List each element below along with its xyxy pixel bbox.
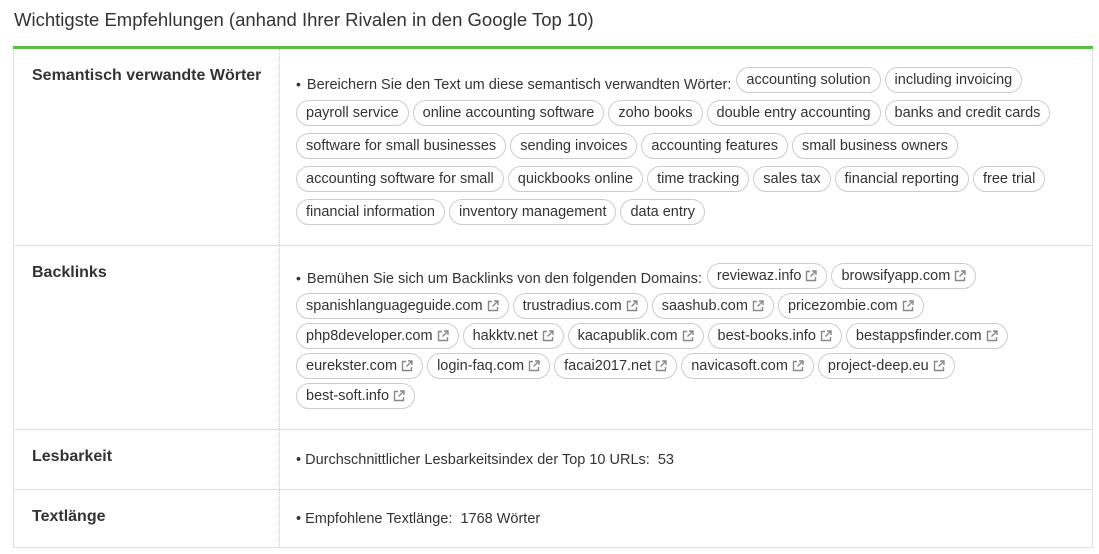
backlink-domain-text: best-soft.info	[306, 388, 390, 404]
semantic-word-tag: financial reporting	[834, 166, 969, 192]
semantic-tags: • Bereichern Sie den Text um diese semant…	[296, 67, 1076, 232]
external-link-icon	[542, 330, 554, 342]
backlink-domain-link[interactable]: spanishlanguageguide.com	[296, 293, 509, 319]
backlink-domain-link[interactable]: facai2017.net	[554, 353, 678, 379]
semantic-word-tag: sending invoices	[510, 133, 638, 159]
semantic-word-tag: software for small businesses	[296, 133, 507, 159]
external-link-icon	[437, 330, 449, 342]
external-link-icon	[752, 300, 764, 312]
semantic-word-tag: small business owners	[791, 133, 958, 159]
backlink-domains: • Bemühen Sie sich um Backlinks von den f…	[296, 263, 1076, 413]
semantic-intro-text: Bereichern Sie den Text um diese semanti…	[306, 76, 732, 93]
backlink-domain-text: facai2017.net	[564, 358, 652, 374]
backlink-domain-text: saashub.com	[661, 298, 748, 314]
semantic-word-tag: data entry	[620, 199, 705, 225]
backlink-domain-link[interactable]: project-deep.eu	[817, 353, 955, 379]
backlink-domain-text: navicasoft.com	[691, 358, 788, 374]
backlink-domain-text: php8developer.com	[306, 328, 433, 344]
semantic-word-tag: online accounting software	[412, 100, 605, 126]
backlink-domain-text: login-faq.com	[437, 358, 525, 374]
external-link-icon	[655, 360, 667, 372]
readability-label: Durchschnittlicher Lesbarkeitsindex der …	[305, 452, 650, 468]
external-link-icon	[986, 330, 998, 342]
external-link-icon	[401, 360, 413, 372]
semantic-word-tag: including invoicing	[884, 67, 1023, 93]
text-length-text: • Empfohlene Textlänge: 1768 Wörter	[296, 511, 541, 527]
backlink-domain-link[interactable]: pricezombie.com	[777, 293, 924, 319]
backlink-domain-text: best-books.info	[717, 328, 816, 344]
backlink-domain-link[interactable]: reviewaz.info	[706, 263, 828, 289]
semantic-word-tag: payroll service	[296, 100, 409, 126]
row-label: Backlinks	[14, 246, 280, 429]
backlink-domain-link[interactable]: php8developer.com	[296, 323, 459, 349]
backlink-domain-text: hakktv.net	[472, 328, 538, 344]
semantic-word-tag: double entry accounting	[706, 100, 881, 126]
backlink-domain-text: bestappsfinder.com	[855, 328, 982, 344]
row-label: Semantisch verwandte Wörter	[14, 49, 280, 245]
backlink-domain-text: spanishlanguageguide.com	[306, 298, 483, 314]
semantic-word-tag: accounting features	[641, 133, 788, 159]
backlink-domain-text: reviewaz.info	[716, 268, 802, 284]
backlink-domain-text: browsifyapp.com	[841, 268, 951, 284]
semantic-word-tag: banks and credit cards	[884, 100, 1051, 126]
text-length-value: 1768 Wörter	[460, 511, 541, 527]
backlink-domain-link[interactable]: bestappsfinder.com	[845, 323, 1008, 349]
semantic-word-tag: financial information	[296, 199, 445, 225]
external-link-icon	[487, 300, 499, 312]
semantic-word-tag: quickbooks online	[507, 166, 644, 192]
external-link-icon	[393, 390, 405, 402]
semantic-word-tag: free trial	[972, 166, 1046, 192]
external-link-icon	[805, 270, 818, 282]
backlink-domain-link[interactable]: best-books.info	[707, 323, 842, 349]
semantic-word-tag: zoho books	[608, 100, 703, 126]
row-label: Textlänge	[14, 490, 280, 547]
backlink-domain-link[interactable]: trustradius.com	[512, 293, 648, 319]
backlink-domain-text: trustradius.com	[522, 298, 622, 314]
backlink-domain-link[interactable]: browsifyapp.com	[831, 263, 977, 289]
row-semantic-words: Semantisch verwandte Wörter • Bereichern …	[14, 49, 1092, 246]
row-readability: Lesbarkeit • Durchschnittlicher Lesbarke…	[14, 430, 1092, 490]
semantic-intro: • Bereichern Sie den Text um diese semant…	[296, 75, 732, 93]
semantic-word-tag: accounting software for small	[296, 166, 504, 192]
page-title: Wichtigste Empfehlungen (anhand Ihrer Ri…	[14, 9, 594, 30]
semantic-word-tag: accounting solution	[736, 67, 881, 93]
backlink-domain-link[interactable]: kacapublik.com	[567, 323, 704, 349]
text-length-label: Empfohlene Textlänge:	[305, 511, 453, 527]
backlink-domain-link[interactable]: navicasoft.com	[681, 353, 814, 379]
backlinks-intro-text: Bemühen Sie sich um Backlinks von den fo…	[306, 271, 702, 287]
backlink-domain-link[interactable]: hakktv.net	[462, 323, 564, 349]
backlink-domain-text: kacapublik.com	[577, 328, 678, 344]
backlink-domain-link[interactable]: best-soft.info	[296, 383, 416, 409]
backlink-domain-link[interactable]: eurekster.com	[296, 353, 424, 379]
backlink-domain-link[interactable]: login-faq.com	[427, 353, 551, 379]
row-backlinks: Backlinks • Bemühen Sie sich um Backlinks…	[14, 246, 1092, 430]
semantic-word-tag: inventory management	[448, 199, 617, 225]
backlink-domain-link[interactable]: saashub.com	[651, 293, 774, 319]
external-link-icon	[902, 300, 914, 312]
semantic-word-tag: time tracking	[647, 166, 750, 192]
readability-value: 53	[657, 452, 674, 468]
backlinks-intro: • Bemühen Sie sich um Backlinks von den f…	[296, 270, 702, 287]
row-label: Lesbarkeit	[14, 430, 280, 489]
external-link-icon	[528, 360, 540, 372]
readability-text: • Durchschnittlicher Lesbarkeitsindex de…	[296, 452, 674, 468]
backlink-domain-text: project-deep.eu	[827, 358, 929, 374]
recommendations-table: Semantisch verwandte Wörter • Bereichern …	[13, 49, 1093, 548]
external-link-icon	[933, 360, 945, 372]
external-link-icon	[792, 360, 804, 372]
external-link-icon	[626, 300, 638, 312]
external-link-icon	[820, 330, 832, 342]
semantic-word-tag: sales tax	[753, 166, 831, 192]
external-link-icon	[954, 270, 966, 282]
backlink-domain-text: eurekster.com	[306, 358, 398, 374]
row-text-length: Textlänge • Empfohlene Textlänge: 1768 W…	[14, 490, 1092, 548]
backlink-domain-text: pricezombie.com	[787, 298, 898, 314]
external-link-icon	[682, 330, 694, 342]
